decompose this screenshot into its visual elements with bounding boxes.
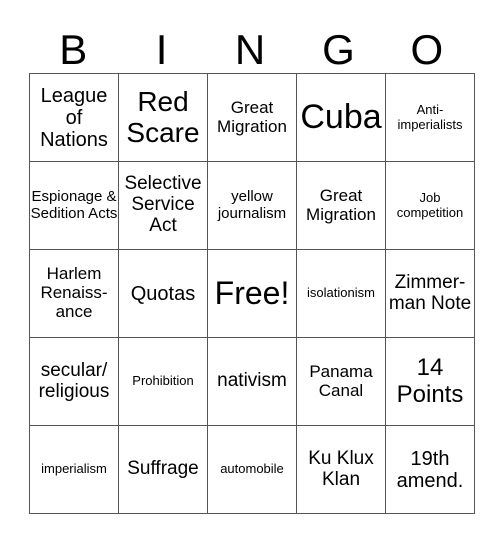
bingo-cell[interactable]: 14 Points: [385, 337, 475, 426]
bingo-cell[interactable]: Red Scare: [118, 73, 208, 162]
bingo-row: League of Nations Red Scare Great Migrat…: [29, 73, 475, 162]
bingo-cell[interactable]: Panama Canal: [296, 337, 386, 426]
bingo-cell[interactable]: Great Migration: [296, 161, 386, 250]
bingo-cell[interactable]: Suffrage: [118, 425, 208, 514]
bingo-cell[interactable]: Cuba: [296, 73, 386, 162]
bingo-cell[interactable]: Ku Klux Klan: [296, 425, 386, 514]
bingo-cell[interactable]: Anti-imperialists: [385, 73, 475, 162]
bingo-cell[interactable]: Prohibition: [118, 337, 208, 426]
bingo-cell[interactable]: isolationism: [296, 249, 386, 338]
bingo-cell[interactable]: Zimmer-man Note: [385, 249, 475, 338]
bingo-cell[interactable]: imperialism: [29, 425, 119, 514]
bingo-cell[interactable]: Quotas: [118, 249, 208, 338]
header-letter-o: O: [410, 26, 444, 73]
bingo-cell[interactable]: yellow journalism: [207, 161, 297, 250]
bingo-cell[interactable]: automobile: [207, 425, 297, 514]
bingo-cell[interactable]: Espionage & Sedition Acts: [29, 161, 119, 250]
header-letter-b: B: [59, 26, 88, 73]
header-letter-g: G: [322, 26, 355, 73]
bingo-cell[interactable]: Job competition: [385, 161, 475, 250]
bingo-header: B I N G O: [29, 28, 471, 72]
bingo-row: secular/ religious Prohibition nativism …: [29, 337, 475, 426]
header-letter-n: N: [234, 26, 266, 73]
free-space[interactable]: Free!: [207, 249, 297, 338]
bingo-cell[interactable]: Selective Service Act: [118, 161, 208, 250]
bingo-row: imperialism Suffrage automobile Ku Klux …: [29, 425, 475, 514]
header-letter-i: I: [155, 26, 168, 73]
bingo-cell[interactable]: nativism: [207, 337, 297, 426]
bingo-row: Harlem Renaiss-ance Quotas Free! isolati…: [29, 249, 475, 338]
bingo-card: League of Nations Red Scare Great Migrat…: [29, 73, 475, 514]
bingo-cell[interactable]: League of Nations: [29, 73, 119, 162]
bingo-cell[interactable]: secular/ religious: [29, 337, 119, 426]
bingo-row: Espionage & Sedition Acts Selective Serv…: [29, 161, 475, 250]
bingo-cell[interactable]: 19th amend.: [385, 425, 475, 514]
bingo-cell[interactable]: Harlem Renaiss-ance: [29, 249, 119, 338]
bingo-cell[interactable]: Great Migration: [207, 73, 297, 162]
